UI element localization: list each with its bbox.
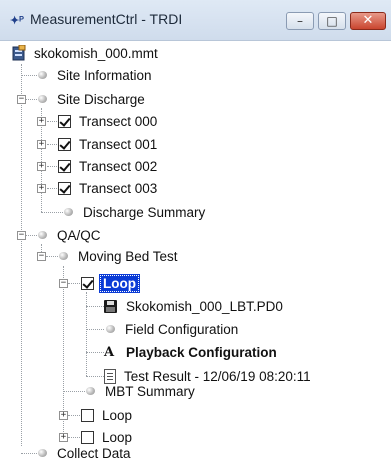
collapse-loop-toggle[interactable]: −: [59, 279, 68, 288]
trdi-logo-icon: ✦ᴾ: [10, 15, 24, 27]
loop-label: Loop: [99, 273, 140, 293]
tree-node-root[interactable]: skokomish_000.mmt: [12, 42, 160, 64]
tree-line: [86, 306, 104, 307]
tree-node-transect-003[interactable]: Transect 003: [58, 177, 159, 199]
node-bullet-icon: [36, 446, 50, 460]
site-information-label: Site Information: [57, 67, 152, 83]
tree-node-transect-002[interactable]: Transect 002: [58, 155, 159, 177]
node-bullet-icon: [62, 205, 76, 219]
node-bullet-icon: [36, 228, 50, 242]
tree-node-moving-bed-test[interactable]: Moving Bed Test: [57, 245, 180, 267]
tree-line: [21, 75, 37, 76]
node-bullet-icon: [36, 68, 50, 82]
tree-node-loop-2[interactable]: Loop: [81, 404, 134, 426]
discharge-summary-label: Discharge Summary: [83, 204, 206, 220]
tree-node-transect-000[interactable]: Transect 000: [58, 110, 159, 132]
collapse-site-discharge-toggle[interactable]: −: [17, 95, 26, 104]
pd0-file-label: Skokomish_000_LBT.PD0: [126, 298, 283, 314]
expand-transect-001-toggle[interactable]: +: [37, 140, 46, 149]
minimize-button[interactable]: –: [286, 12, 314, 30]
title-bar: ✦ᴾ MeasurementCtrl - TRDI – □ ✕: [0, 0, 391, 41]
tree-node-loop-selected[interactable]: Loop: [81, 272, 140, 294]
node-bullet-icon: [104, 322, 118, 336]
collapse-qaqc-toggle[interactable]: −: [17, 231, 26, 240]
tree-line: [47, 121, 57, 122]
expand-transect-003-toggle[interactable]: +: [37, 184, 46, 193]
tree-line: [68, 283, 80, 284]
collect-data-label: Collect Data: [57, 445, 131, 461]
transect-000-checkbox[interactable]: [58, 114, 71, 128]
tree-node-transect-001[interactable]: Transect 001: [58, 133, 159, 155]
tree-node-site-information[interactable]: Site Information: [36, 64, 154, 86]
expand-transect-002-toggle[interactable]: +: [37, 162, 46, 171]
transect-002-checkbox[interactable]: [58, 159, 71, 173]
loop-checkbox[interactable]: [81, 276, 94, 290]
tree-line: [86, 292, 87, 376]
moving-bed-test-label: Moving Bed Test: [78, 248, 178, 264]
transect-003-checkbox[interactable]: [58, 181, 71, 195]
expand-loop-3-toggle[interactable]: +: [59, 433, 68, 442]
node-bullet-icon: [84, 384, 98, 398]
tree-line: [47, 144, 57, 145]
tree-line: [21, 453, 37, 454]
tree-node-playback-configuration[interactable]: A Playback Configuration: [104, 341, 279, 363]
mbt-summary-label: MBT Summary: [105, 383, 195, 399]
tree-line: [86, 376, 104, 377]
loop-label: Loop: [102, 407, 133, 423]
font-a-icon: A: [104, 344, 115, 360]
measurement-file-icon: [12, 44, 26, 61]
node-bullet-icon: [57, 249, 71, 263]
site-discharge-label: Site Discharge: [57, 91, 145, 107]
transect-001-checkbox[interactable]: [58, 137, 71, 151]
expand-transect-000-toggle[interactable]: +: [37, 117, 46, 126]
transect-label: Transect 000: [79, 113, 158, 129]
maximize-icon: □: [326, 14, 338, 28]
root-label: skokomish_000.mmt: [34, 45, 158, 61]
qaqc-label: QA/QC: [57, 227, 101, 243]
transect-label: Transect 003: [79, 180, 158, 196]
close-icon: ✕: [362, 13, 374, 28]
measurement-tree: − + + + + − − − + + skokomish_000.mmt Si…: [0, 40, 391, 468]
window-title: MeasurementCtrl - TRDI: [30, 11, 183, 27]
tree-line: [47, 188, 57, 189]
tree-line: [68, 437, 80, 438]
tree-node-qaqc[interactable]: QA/QC: [36, 224, 103, 246]
tree-line: [68, 415, 80, 416]
node-bullet-icon: [36, 92, 50, 106]
tree-node-mbt-summary[interactable]: MBT Summary: [84, 380, 197, 402]
playback-configuration-label: Playback Configuration: [126, 344, 277, 360]
maximize-button[interactable]: □: [318, 12, 346, 30]
disk-icon: [104, 299, 117, 313]
collapse-moving-bed-test-toggle[interactable]: −: [37, 252, 46, 261]
tree-line: [41, 212, 63, 213]
tree-node-discharge-summary[interactable]: Discharge Summary: [62, 201, 207, 223]
field-configuration-label: Field Configuration: [125, 321, 239, 337]
loop-2-checkbox[interactable]: [81, 408, 94, 422]
tree-line: [86, 352, 104, 353]
tree-node-pd0-file[interactable]: Skokomish_000_LBT.PD0: [104, 295, 285, 317]
tree-line: [21, 64, 22, 446]
minimize-icon: –: [297, 14, 303, 28]
close-button[interactable]: ✕: [350, 12, 386, 30]
tree-node-site-discharge[interactable]: Site Discharge: [36, 88, 147, 110]
tree-node-field-configuration[interactable]: Field Configuration: [104, 318, 240, 340]
tree-line: [86, 329, 104, 330]
tree-line: [63, 391, 85, 392]
expand-loop-2-toggle[interactable]: +: [59, 411, 68, 420]
transect-label: Transect 002: [79, 158, 158, 174]
tree-line: [47, 166, 57, 167]
transect-label: Transect 001: [79, 136, 158, 152]
tree-node-collect-data[interactable]: Collect Data: [36, 442, 133, 464]
